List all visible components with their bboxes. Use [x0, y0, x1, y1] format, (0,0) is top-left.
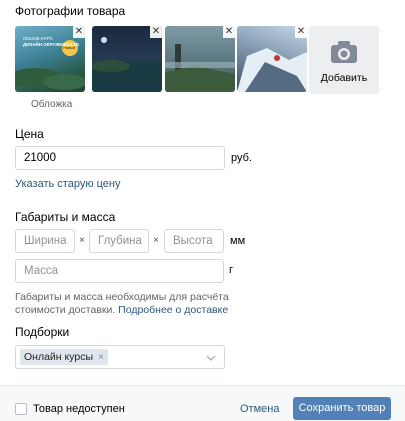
width-input[interactable]: Ширина — [15, 229, 75, 253]
dimensions-section-title: Габариты и масса — [15, 210, 116, 224]
unit-mm-label: мм — [230, 235, 246, 247]
currency-label: руб. — [231, 152, 252, 164]
photo-thumb-cover[interactable]: ONLINE-КУРС ДИЗАЙН ОКРУЖЕНИЯ 3D Новый ✕ — [15, 26, 85, 92]
mass-input[interactable]: Масса — [15, 259, 224, 283]
delivery-hint-line2: стоимости доставки. — [15, 304, 116, 316]
delivery-hint: стоимости доставки. Подробнее о доставке — [15, 303, 228, 317]
unavailable-label[interactable]: Товар недоступен — [33, 403, 125, 415]
delivery-hint-line1: Габариты и масса необходимы для расчёта — [15, 291, 229, 303]
save-button[interactable]: Сохранить товар — [293, 397, 391, 420]
delivery-info-link[interactable]: Подробнее о доставке — [118, 304, 228, 316]
close-icon[interactable]: ✕ — [295, 26, 307, 38]
camera-icon — [331, 41, 357, 63]
cover-label: Обложка — [31, 99, 73, 110]
footer-bar: Товар недоступен Отмена Сохранить товар — [0, 385, 405, 421]
cover-overlay-line1: ONLINE-КУРС — [23, 36, 53, 41]
close-icon[interactable]: ✕ — [150, 26, 162, 38]
price-input[interactable]: 21000 — [15, 146, 225, 170]
close-icon[interactable]: × — [98, 351, 104, 363]
collections-section-title: Подборки — [15, 325, 70, 339]
depth-input[interactable]: Глубина — [89, 229, 149, 253]
close-icon[interactable]: ✕ — [223, 26, 235, 38]
photo-thumb-4[interactable]: ✕ — [237, 26, 307, 92]
photo-thumb-3[interactable]: ✕ — [165, 26, 235, 92]
height-input[interactable]: Высота — [164, 229, 224, 253]
price-section-title: Цена — [15, 127, 44, 141]
times-separator: × — [153, 235, 159, 246]
cover-overlay-badge: Новый — [63, 45, 76, 50]
photos-section-title: Фотографии товара — [15, 4, 126, 18]
unit-g-label: г — [229, 264, 234, 276]
collections-select[interactable]: Онлайн курсы × — [15, 345, 225, 369]
old-price-link[interactable]: Указать старую цену — [15, 178, 121, 190]
chevron-down-icon[interactable] — [206, 355, 216, 361]
cancel-button[interactable]: Отмена — [240, 403, 279, 415]
add-photo-label: Добавить — [320, 72, 368, 84]
add-photo-button[interactable]: Добавить — [309, 26, 379, 94]
collection-tag: Онлайн курсы × — [20, 349, 109, 365]
checkbox-icon[interactable] — [15, 403, 27, 415]
times-separator: × — [79, 235, 85, 246]
collection-tag-label: Онлайн курсы — [24, 351, 93, 363]
photo-thumb-2[interactable]: ✕ — [92, 26, 162, 92]
close-icon[interactable]: ✕ — [73, 26, 85, 38]
